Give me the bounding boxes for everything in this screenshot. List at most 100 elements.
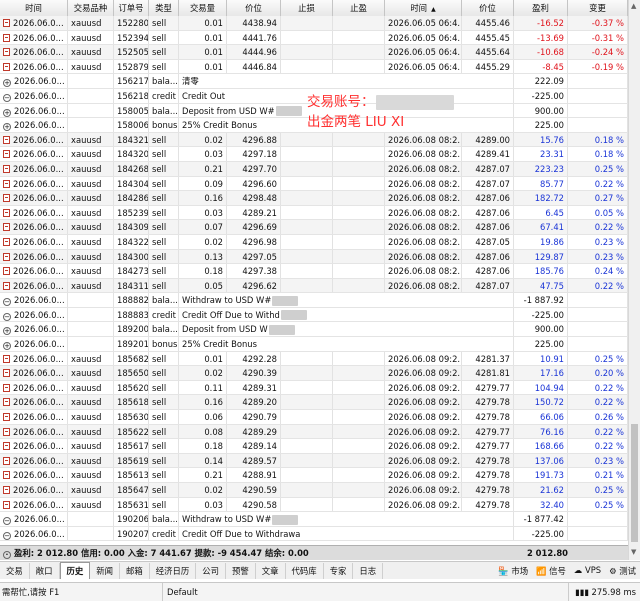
scroll-thumb[interactable]	[631, 424, 638, 542]
vertical-scrollbar[interactable]: ▲ ▼	[628, 0, 640, 560]
table-cell: 4287.07	[462, 278, 514, 293]
table-cell: xauusd	[68, 453, 114, 468]
table-row[interactable]: −2026.06.0... 190207 credit Credit Off Due …	[0, 526, 628, 542]
table-cell: xauusd	[68, 497, 114, 512]
tab-10[interactable]: 专家	[324, 562, 354, 579]
table-cell: 0.05	[179, 278, 227, 293]
table-row[interactable]: −2026.06.0... 188883 credit Credit Off Due …	[0, 307, 628, 323]
table-row[interactable]: 2026.06.0... xauusd 185620 sell 0.11 4289.31 2…	[0, 380, 628, 396]
tab-4[interactable]: 邮箱	[120, 562, 150, 579]
table-row[interactable]: −2026.06.0... 188882 bala... Withdraw to US…	[0, 293, 628, 308]
tester-button[interactable]: ⚙ 测试	[609, 565, 636, 577]
table-cell: 17.16	[514, 366, 568, 380]
table-row[interactable]: +2026.06.0... 189200 bala... Deposit from U…	[0, 322, 628, 338]
column-header[interactable]: 时间	[0, 0, 68, 16]
table-row[interactable]: 2026.06.0... xauusd 152394 sell 0.01 4441.76 2…	[0, 30, 628, 46]
column-header[interactable]: 交易品种	[68, 0, 114, 16]
table-cell: xauusd	[68, 45, 114, 59]
scroll-up-icon[interactable]: ▲	[631, 2, 636, 10]
table-cell: 32.40	[514, 497, 568, 512]
tab-11[interactable]: 日志	[353, 562, 384, 579]
tab-0[interactable]: 交易	[0, 562, 30, 579]
signals-button[interactable]: 📶 信号	[536, 565, 566, 577]
table-row[interactable]: 2026.06.0... xauusd 152879 sell 0.01 4446.84 2…	[0, 59, 628, 75]
table-row[interactable]: 2026.06.0... xauusd 184320 sell 0.03 4297.18 2…	[0, 147, 628, 162]
table-row[interactable]: −2026.06.0... 190206 bala... Withdraw to US…	[0, 512, 628, 527]
position-icon	[3, 62, 10, 71]
tab-5[interactable]: 经济日历	[150, 562, 197, 579]
table-row[interactable]: 2026.06.0... xauusd 185650 sell 0.02 4290.39 2…	[0, 366, 628, 381]
column-header[interactable]: 价位	[462, 0, 514, 16]
table-row[interactable]: 2026.06.0... xauusd 185618 sell 0.16 4289.20 2…	[0, 395, 628, 411]
table-cell: 0.01	[179, 30, 227, 45]
column-header[interactable]: 止损	[281, 0, 333, 16]
table-cell: 2026.06.0...	[0, 468, 68, 482]
table-cell: 0.22 %	[568, 176, 628, 191]
column-header[interactable]: 时间 ▲	[385, 0, 462, 16]
table-row[interactable]: 2026.06.0... xauusd 185682 sell 0.01 4292.28 2…	[0, 351, 628, 367]
table-row[interactable]: 2026.06.0... xauusd 185619 sell 0.14 4289.57 2…	[0, 453, 628, 469]
table-cell	[333, 147, 385, 161]
table-cell: xauusd	[68, 278, 114, 293]
table-row[interactable]: 2026.06.0... xauusd 184304 sell 0.09 4296.60 2…	[0, 176, 628, 192]
table-row[interactable]: 2026.06.0... xauusd 185630 sell 0.06 4290.79 2…	[0, 410, 628, 425]
table-row[interactable]: 2026.06.0... xauusd 184286 sell 0.16 4298.48 2…	[0, 191, 628, 206]
table-row[interactable]: 2026.06.0... xauusd 185622 sell 0.08 4289.29 2…	[0, 424, 628, 440]
tab-6[interactable]: 公司	[196, 562, 226, 579]
table-row[interactable]: 2026.06.0... xauusd 184321 sell 0.02 4296.88 2…	[0, 132, 628, 148]
table-row[interactable]: 2026.06.0... xauusd 184309 sell 0.07 4296.69 2…	[0, 220, 628, 235]
table-row[interactable]: +2026.06.0... 189201 bonus 25% Credit Bonus…	[0, 337, 628, 352]
table-cell: 0.22 %	[568, 424, 628, 439]
tab-3[interactable]: 新闻	[90, 562, 120, 579]
table-row[interactable]: 2026.06.0... xauusd 184300 sell 0.13 4297.05 2…	[0, 249, 628, 265]
column-header[interactable]: 价位	[227, 0, 281, 16]
table-cell: sell	[149, 220, 179, 234]
tab-8[interactable]: 文章	[256, 562, 286, 579]
table-row[interactable]: 2026.06.0... xauusd 185239 sell 0.03 4289.21 2…	[0, 205, 628, 221]
table-cell	[281, 439, 333, 453]
scroll-down-icon[interactable]: ▼	[631, 548, 636, 556]
table-row[interactable]: 2026.06.0... xauusd 184322 sell 0.02 4296.98 2…	[0, 234, 628, 250]
table-cell: 2026.06.08 09:2...	[385, 468, 462, 482]
market-button[interactable]: 🏪 市场	[498, 565, 528, 577]
table-row[interactable]: 2026.06.0... xauusd 184311 sell 0.05 4296.62 2…	[0, 278, 628, 294]
position-icon	[3, 383, 10, 392]
table-row[interactable]: 2026.06.0... xauusd 185613 sell 0.21 4288.91 2…	[0, 468, 628, 483]
column-header[interactable]: 盈利	[514, 0, 568, 16]
annotation-overlay: 交易账号： 出金两笔 LIU XI	[307, 92, 454, 132]
table-cell: xauusd	[68, 380, 114, 395]
table-cell: +2026.06.0...	[0, 322, 68, 337]
table-cell: 0.22 %	[568, 220, 628, 234]
tab-9[interactable]: 代码库	[286, 562, 324, 579]
table-row[interactable]: 2026.06.0... xauusd 184273 sell 0.18 4297.38 2…	[0, 264, 628, 279]
table-cell: 4279.78	[462, 483, 514, 497]
table-row[interactable]: +2026.06.0... 156217 bala... 清零 222.09	[0, 74, 628, 89]
table-row[interactable]: 2026.06.0... xauusd 152280 sell 0.01 4438.94 2…	[0, 16, 628, 31]
table-cell: 4287.06	[462, 205, 514, 220]
table-row[interactable]: 2026.06.0... xauusd 185617 sell 0.18 4289.14 2…	[0, 439, 628, 454]
table-cell: 0.01	[179, 351, 227, 366]
tab-1[interactable]: 敞口	[30, 562, 60, 579]
table-cell: 0.23 %	[568, 234, 628, 249]
table-row[interactable]: 2026.06.0... xauusd 184268 sell 0.21 4297.70 2…	[0, 161, 628, 177]
table-cell	[281, 483, 333, 497]
table-row[interactable]: 2026.06.0... xauusd 185631 sell 0.03 4290.58 2…	[0, 497, 628, 513]
table-cell: sell	[149, 468, 179, 482]
column-header[interactable]: 止盈	[333, 0, 385, 16]
table-cell: 2026.06.08 09:2...	[385, 439, 462, 453]
column-header[interactable]: 订单号	[114, 0, 149, 16]
vps-button[interactable]: ☁ VPS	[574, 565, 601, 577]
column-header[interactable]: 交易量	[179, 0, 227, 16]
table-cell: 0.16	[179, 395, 227, 410]
column-header[interactable]: 类型	[149, 0, 179, 16]
tab-7[interactable]: 预警	[226, 562, 256, 579]
table-row[interactable]: 2026.06.0... xauusd 185647 sell 0.02 4290.59 2…	[0, 483, 628, 498]
position-icon	[3, 223, 10, 232]
column-header[interactable]: 变更	[568, 0, 628, 16]
table-cell: 0.20 %	[568, 366, 628, 380]
table-cell: sell	[149, 249, 179, 264]
tab-2[interactable]: 历史	[59, 562, 91, 579]
table-cell: 4289.29	[227, 424, 281, 439]
table-row[interactable]: 2026.06.0... xauusd 152505 sell 0.01 4444.96 2…	[0, 45, 628, 60]
table-cell: 152879	[114, 59, 149, 74]
